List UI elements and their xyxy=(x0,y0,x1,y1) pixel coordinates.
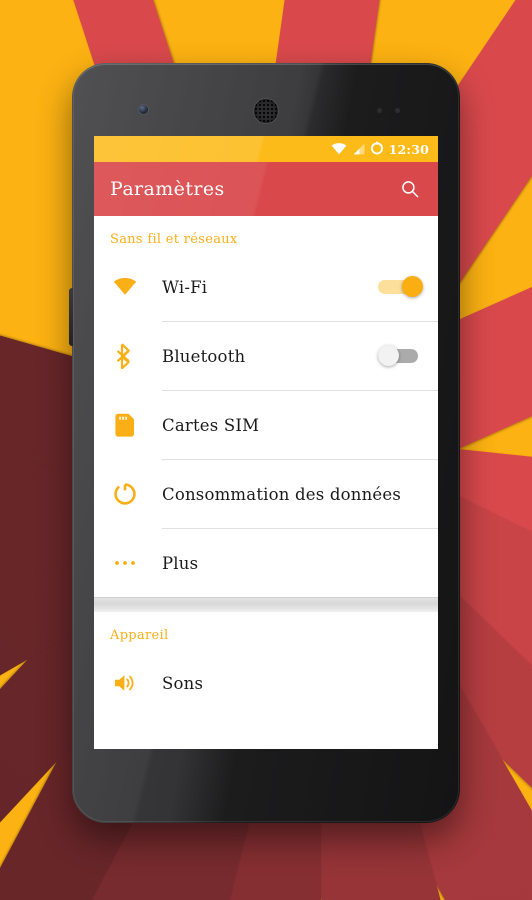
page-title: Paramètres xyxy=(110,178,225,200)
earpiece-speaker xyxy=(254,99,278,123)
phone-screen: 12:30 Paramètres Sans fil et réseaux Wi-… xyxy=(94,136,438,749)
screenshot-stage: 12:30 Paramètres Sans fil et réseaux Wi-… xyxy=(0,0,532,900)
proximity-sensor xyxy=(377,108,382,113)
settings-row-label: Wi-Fi xyxy=(162,277,208,297)
phone-device: 12:30 Paramètres Sans fil et réseaux Wi-… xyxy=(69,63,460,823)
ambient-light-sensor xyxy=(395,108,400,113)
settings-row-label: Cartes SIM xyxy=(162,415,260,435)
settings-row-bluetooth[interactable]: Bluetooth xyxy=(94,322,438,390)
app-bar: Paramètres xyxy=(94,162,438,216)
wifi-icon xyxy=(331,140,347,159)
wifi-icon xyxy=(110,278,140,296)
data-usage-icon xyxy=(110,482,140,506)
bluetooth-toggle[interactable] xyxy=(378,345,424,367)
settings-row-label: Consommation des données xyxy=(162,484,402,504)
bluetooth-icon xyxy=(110,343,140,369)
section-header-wireless-networks: Sans fil et réseaux xyxy=(110,232,238,247)
settings-row-sim-cards[interactable]: Cartes SIM xyxy=(94,391,438,459)
search-icon xyxy=(402,181,419,198)
section-header-device: Appareil xyxy=(110,628,169,643)
battery-circle-icon xyxy=(370,140,384,159)
volume-button[interactable] xyxy=(69,288,73,346)
settings-row-sound[interactable]: Sons xyxy=(94,649,438,717)
toggle-knob xyxy=(378,345,399,366)
toggle-knob xyxy=(402,276,423,297)
settings-row-more[interactable]: Plus xyxy=(94,529,438,597)
settings-row-label: Sons xyxy=(162,673,204,693)
wifi-toggle[interactable] xyxy=(378,276,424,298)
section-separator xyxy=(94,597,438,612)
settings-row-wifi[interactable]: Wi-Fi xyxy=(94,253,438,321)
volume-icon xyxy=(110,672,140,694)
settings-row-label: Bluetooth xyxy=(162,346,246,366)
settings-list[interactable]: Sans fil et réseaux Wi-Fi Bluetooth Cart… xyxy=(94,216,438,749)
search-button[interactable] xyxy=(396,175,424,203)
front-camera xyxy=(139,105,148,114)
settings-row-data-usage[interactable]: Consommation des données xyxy=(94,460,438,528)
sim-card-icon xyxy=(110,413,140,437)
cellular-signal-icon xyxy=(352,140,365,159)
status-bar: 12:30 xyxy=(94,136,438,162)
settings-row-label: Plus xyxy=(162,553,199,573)
more-dots-icon xyxy=(110,559,140,567)
status-bar-clock: 12:30 xyxy=(388,141,429,157)
